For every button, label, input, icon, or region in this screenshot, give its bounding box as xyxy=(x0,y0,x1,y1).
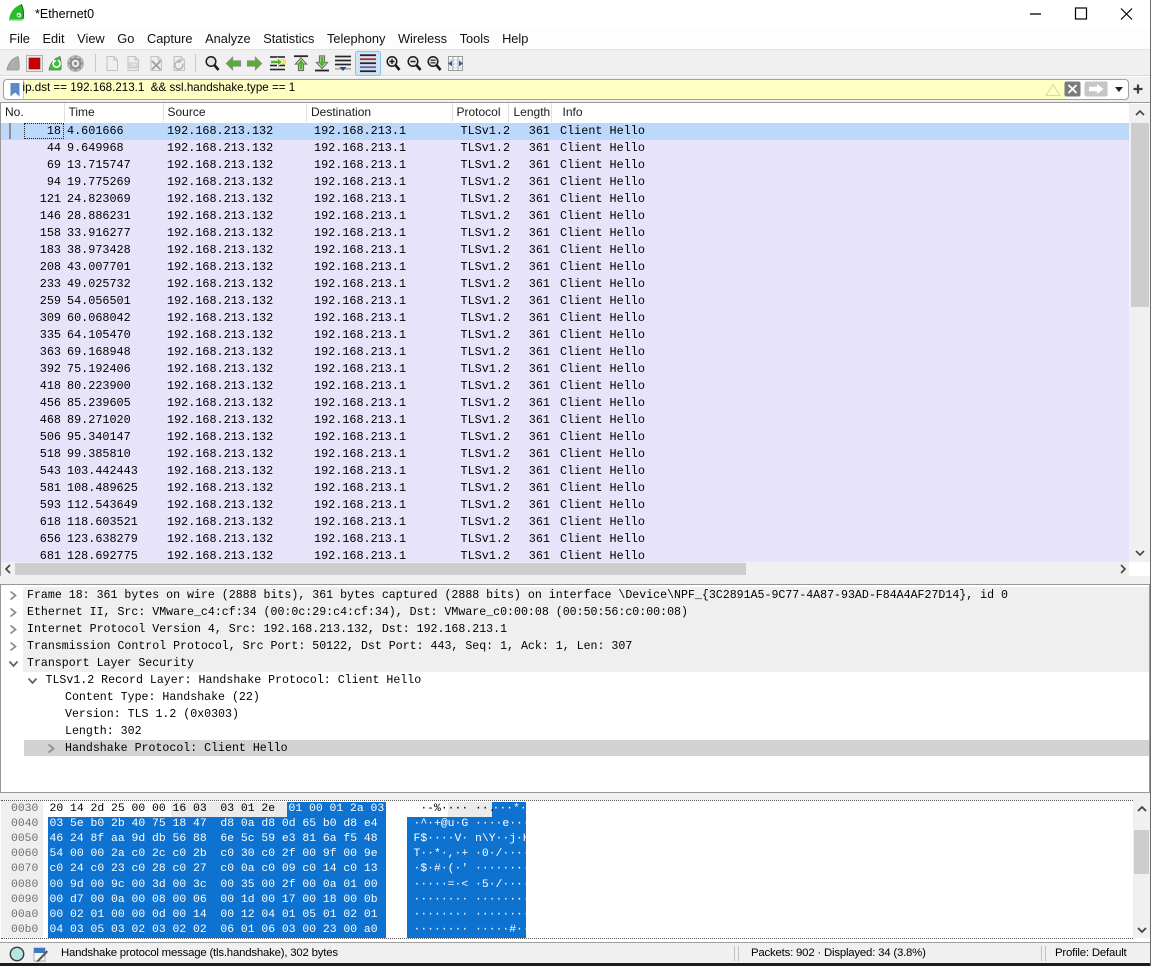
svg-text:010: 010 xyxy=(130,63,138,68)
